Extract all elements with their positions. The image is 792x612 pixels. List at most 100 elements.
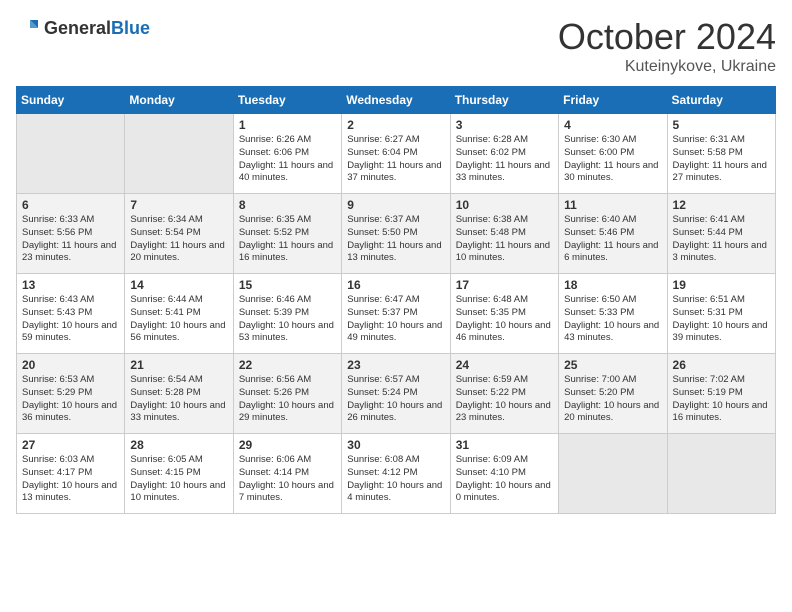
day-number: 29 (239, 438, 336, 452)
cell-info: Sunrise: 6:26 AM Sunset: 6:06 PM Dayligh… (239, 134, 336, 185)
calendar-cell: 2Sunrise: 6:27 AM Sunset: 6:04 PM Daylig… (342, 114, 450, 194)
cell-info: Sunrise: 6:50 AM Sunset: 5:33 PM Dayligh… (564, 294, 661, 345)
day-number: 17 (456, 278, 553, 292)
cell-info: Sunrise: 6:06 AM Sunset: 4:14 PM Dayligh… (239, 454, 336, 505)
cell-info: Sunrise: 6:09 AM Sunset: 4:10 PM Dayligh… (456, 454, 553, 505)
cell-info: Sunrise: 6:48 AM Sunset: 5:35 PM Dayligh… (456, 294, 553, 345)
day-number: 2 (347, 118, 444, 132)
logo-general: GeneralBlue (44, 18, 150, 39)
day-number: 24 (456, 358, 553, 372)
day-number: 7 (130, 198, 227, 212)
day-number: 6 (22, 198, 119, 212)
day-number: 16 (347, 278, 444, 292)
page-header: GeneralBlue October 2024 Kuteinykove, Uk… (16, 16, 776, 76)
title-block: October 2024 Kuteinykove, Ukraine (558, 16, 776, 76)
calendar-week-2: 6 Sunrise: 6:33 AM Sunset: 5:56 PM Daylig… (17, 194, 776, 274)
calendar-cell: 23 Sunrise: 6:57 AM Sunset: 5:24 PM Dayli… (342, 354, 450, 434)
calendar-cell: 28 Sunrise: 6:05 AM Sunset: 4:15 PM Dayli… (125, 434, 233, 514)
cell-info: Sunrise: 7:00 AM Sunset: 5:20 PM Dayligh… (564, 374, 661, 425)
day-header-sunday: Sunday (17, 87, 125, 114)
calendar-table: SundayMondayTuesdayWednesdayThursdayFrid… (16, 86, 776, 514)
day-number: 22 (239, 358, 336, 372)
day-number: 13 (22, 278, 119, 292)
calendar-cell: 4 Sunrise: 6:30 AM Sunset: 6:00 PM Daylig… (559, 114, 667, 194)
logo-icon (16, 16, 40, 40)
calendar-cell (559, 434, 667, 514)
calendar-week-1: 1 Sunrise: 6:26 AM Sunset: 6:06 PM Daylig… (17, 114, 776, 194)
calendar-cell: 17 Sunrise: 6:48 AM Sunset: 5:35 PM Dayli… (450, 274, 558, 354)
day-header-tuesday: Tuesday (233, 87, 341, 114)
month-title: October 2024 (558, 16, 776, 58)
day-number: 5 (673, 118, 770, 132)
cell-info: Sunrise: 6:03 AM Sunset: 4:17 PM Dayligh… (22, 454, 119, 505)
calendar-cell: 10Sunrise: 6:38 AM Sunset: 5:48 PM Dayli… (450, 194, 558, 274)
cell-info: Sunrise: 6:53 AM Sunset: 5:29 PM Dayligh… (22, 374, 119, 425)
cell-info: Sunrise: 6:05 AM Sunset: 4:15 PM Dayligh… (130, 454, 227, 505)
cell-info: Sunrise: 6:59 AM Sunset: 5:22 PM Dayligh… (456, 374, 553, 425)
calendar-cell: 6 Sunrise: 6:33 AM Sunset: 5:56 PM Daylig… (17, 194, 125, 274)
cell-info: Sunrise: 6:08 AM Sunset: 4:12 PM Dayligh… (347, 454, 444, 505)
day-number: 31 (456, 438, 553, 452)
cell-info: Sunrise: 6:47 AM Sunset: 5:37 PM Dayligh… (347, 294, 444, 345)
calendar-cell: 27 Sunrise: 6:03 AM Sunset: 4:17 PM Dayli… (17, 434, 125, 514)
calendar-cell: 26 Sunrise: 7:02 AM Sunset: 5:19 PM Dayli… (667, 354, 775, 434)
calendar-cell: 3 Sunrise: 6:28 AM Sunset: 6:02 PM Daylig… (450, 114, 558, 194)
day-number: 8 (239, 198, 336, 212)
cell-info: Sunrise: 6:33 AM Sunset: 5:56 PM Dayligh… (22, 214, 119, 265)
cell-info: Sunrise: 6:31 AM Sunset: 5:58 PM Dayligh… (673, 134, 770, 185)
cell-info: Sunrise: 6:54 AM Sunset: 5:28 PM Dayligh… (130, 374, 227, 425)
day-number: 28 (130, 438, 227, 452)
day-header-wednesday: Wednesday (342, 87, 450, 114)
day-number: 4 (564, 118, 661, 132)
calendar-cell: 20Sunrise: 6:53 AM Sunset: 5:29 PM Dayli… (17, 354, 125, 434)
calendar-cell: 5 Sunrise: 6:31 AM Sunset: 5:58 PM Daylig… (667, 114, 775, 194)
day-number: 1 (239, 118, 336, 132)
cell-info: Sunrise: 6:44 AM Sunset: 5:41 PM Dayligh… (130, 294, 227, 345)
cell-info: Sunrise: 6:38 AM Sunset: 5:48 PM Dayligh… (456, 214, 553, 265)
day-number: 3 (456, 118, 553, 132)
calendar-cell: 30 Sunrise: 6:08 AM Sunset: 4:12 PM Dayli… (342, 434, 450, 514)
day-header-monday: Monday (125, 87, 233, 114)
cell-info: Sunrise: 6:43 AM Sunset: 5:43 PM Dayligh… (22, 294, 119, 345)
logo: GeneralBlue (16, 16, 150, 40)
day-number: 18 (564, 278, 661, 292)
day-number: 15 (239, 278, 336, 292)
day-number: 25 (564, 358, 661, 372)
day-number: 30 (347, 438, 444, 452)
day-number: 27 (22, 438, 119, 452)
calendar-week-5: 27 Sunrise: 6:03 AM Sunset: 4:17 PM Dayli… (17, 434, 776, 514)
cell-info: Sunrise: 6:46 AM Sunset: 5:39 PM Dayligh… (239, 294, 336, 345)
day-number: 26 (673, 358, 770, 372)
cell-info: Sunrise: 6:56 AM Sunset: 5:26 PM Dayligh… (239, 374, 336, 425)
calendar-cell: 15 Sunrise: 6:46 AM Sunset: 5:39 PM Dayli… (233, 274, 341, 354)
cell-info: Sunrise: 6:28 AM Sunset: 6:02 PM Dayligh… (456, 134, 553, 185)
calendar-cell (17, 114, 125, 194)
calendar-cell: 21 Sunrise: 6:54 AM Sunset: 5:28 PM Dayli… (125, 354, 233, 434)
calendar-cell: 18 Sunrise: 6:50 AM Sunset: 5:33 PM Dayli… (559, 274, 667, 354)
cell-info: Sunrise: 6:30 AM Sunset: 6:00 PM Dayligh… (564, 134, 661, 185)
calendar-cell: 8 Sunrise: 6:35 AM Sunset: 5:52 PM Daylig… (233, 194, 341, 274)
calendar-week-3: 13 Sunrise: 6:43 AM Sunset: 5:43 PM Dayli… (17, 274, 776, 354)
day-header-thursday: Thursday (450, 87, 558, 114)
calendar-cell: 11Sunrise: 6:40 AM Sunset: 5:46 PM Dayli… (559, 194, 667, 274)
calendar-cell: 9 Sunrise: 6:37 AM Sunset: 5:50 PM Daylig… (342, 194, 450, 274)
day-number: 21 (130, 358, 227, 372)
cell-info: Sunrise: 6:57 AM Sunset: 5:24 PM Dayligh… (347, 374, 444, 425)
cell-info: Sunrise: 6:34 AM Sunset: 5:54 PM Dayligh… (130, 214, 227, 265)
calendar-week-4: 20Sunrise: 6:53 AM Sunset: 5:29 PM Dayli… (17, 354, 776, 434)
location-title: Kuteinykove, Ukraine (558, 58, 776, 76)
calendar-cell: 24 Sunrise: 6:59 AM Sunset: 5:22 PM Dayli… (450, 354, 558, 434)
calendar-cell: 12Sunrise: 6:41 AM Sunset: 5:44 PM Dayli… (667, 194, 775, 274)
calendar-cell: 13 Sunrise: 6:43 AM Sunset: 5:43 PM Dayli… (17, 274, 125, 354)
calendar-cell: 25 Sunrise: 7:00 AM Sunset: 5:20 PM Dayli… (559, 354, 667, 434)
day-number: 9 (347, 198, 444, 212)
day-number: 23 (347, 358, 444, 372)
cell-info: Sunrise: 7:02 AM Sunset: 5:19 PM Dayligh… (673, 374, 770, 425)
calendar-cell: 14 Sunrise: 6:44 AM Sunset: 5:41 PM Dayli… (125, 274, 233, 354)
calendar-cell: 1 Sunrise: 6:26 AM Sunset: 6:06 PM Daylig… (233, 114, 341, 194)
day-number: 14 (130, 278, 227, 292)
cell-info: Sunrise: 6:37 AM Sunset: 5:50 PM Dayligh… (347, 214, 444, 265)
cell-info: Sunrise: 6:35 AM Sunset: 5:52 PM Dayligh… (239, 214, 336, 265)
day-header-saturday: Saturday (667, 87, 775, 114)
day-number: 11 (564, 198, 661, 212)
